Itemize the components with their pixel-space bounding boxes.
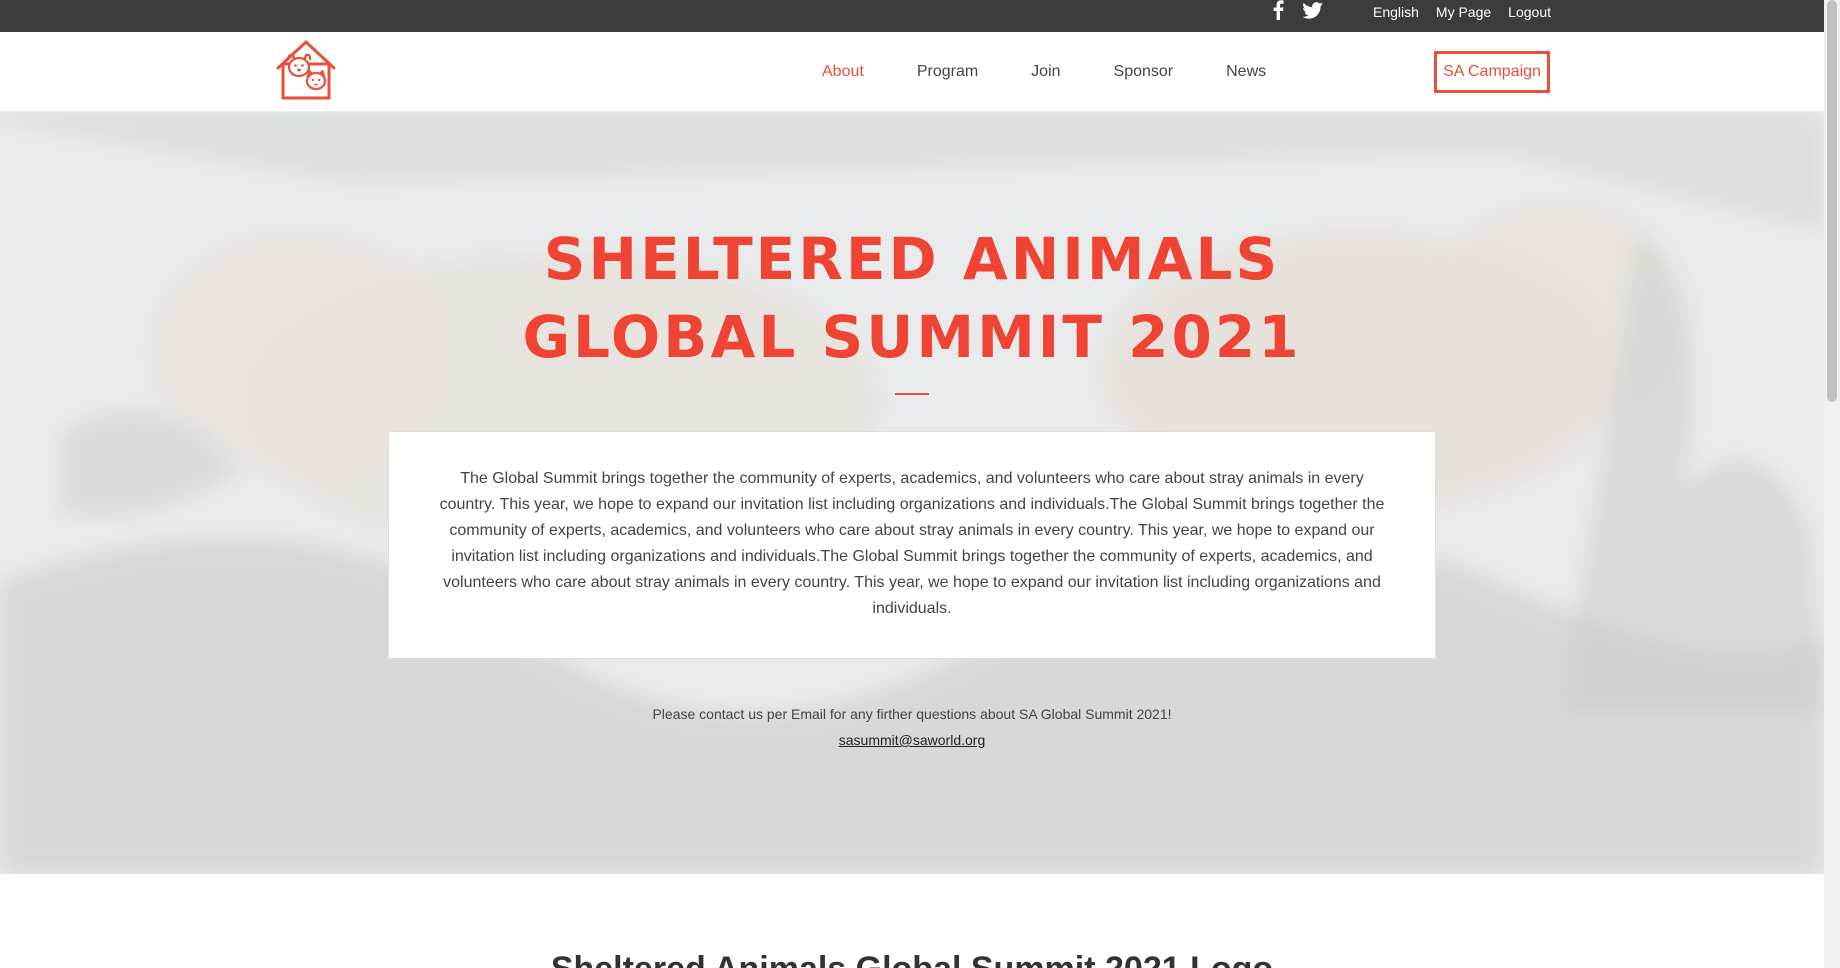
- house-dog-cat-logo[interactable]: [274, 38, 338, 102]
- facebook-icon[interactable]: [1272, 0, 1284, 20]
- utility-links: English My Page Logout: [1373, 0, 1551, 24]
- page-scrollbar[interactable]: [1824, 0, 1840, 968]
- nav-item-join[interactable]: Join: [1031, 63, 1060, 81]
- nav-item-sponsor[interactable]: Sponsor: [1114, 63, 1174, 81]
- top-utility-bar: English My Page Logout: [0, 0, 1824, 32]
- nav-item-news[interactable]: News: [1226, 63, 1266, 81]
- contact-text: Please contact us per Email for any firt…: [652, 706, 1172, 722]
- title-divider: [895, 393, 929, 395]
- primary-nav: About Program Join Sponsor News: [822, 32, 1319, 112]
- twitter-icon[interactable]: [1302, 1, 1323, 19]
- main-navbar: About Program Join Sponsor News SA Campa…: [0, 32, 1824, 112]
- logo-section-heading: Sheltered Animals Global Summit 2021 Log…: [412, 950, 1412, 968]
- nav-item-program[interactable]: Program: [917, 63, 978, 81]
- description-text: The Global Summit brings together the co…: [439, 470, 1385, 617]
- sa-campaign-button[interactable]: SA Campaign: [1434, 51, 1550, 93]
- social-links: [1272, 0, 1323, 20]
- page: English My Page Logout About Program Joi…: [0, 0, 1824, 968]
- my-page-link[interactable]: My Page: [1436, 4, 1491, 20]
- scrollbar-thumb[interactable]: [1827, 0, 1837, 402]
- description-card: The Global Summit brings together the co…: [388, 431, 1436, 659]
- nav-item-about[interactable]: About: [822, 63, 864, 81]
- logout-link[interactable]: Logout: [1508, 4, 1551, 20]
- language-selector[interactable]: English: [1373, 4, 1419, 20]
- hero-section: SHELTERED ANIMALS GLOBAL SUMMIT 2021 The…: [0, 112, 1824, 874]
- hero-title: SHELTERED ANIMALS GLOBAL SUMMIT 2021: [522, 225, 1302, 371]
- contact-email-link[interactable]: sasummit@saworld.org: [412, 732, 1412, 748]
